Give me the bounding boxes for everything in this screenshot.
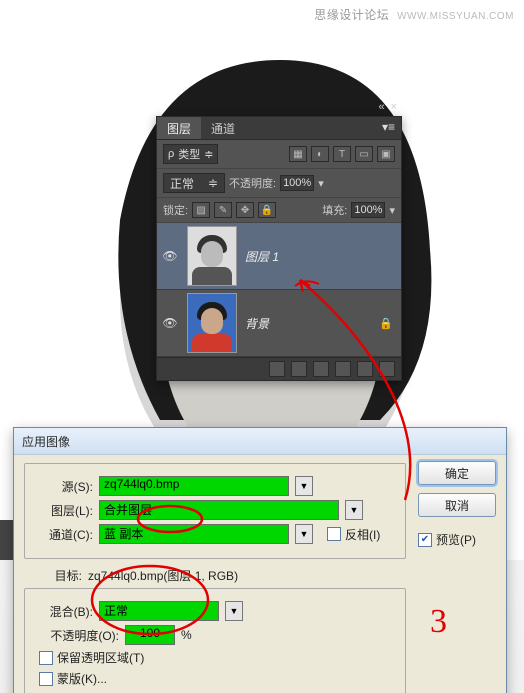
layer-label: 图层(L):	[35, 502, 93, 519]
filter-adjust-icon[interactable]: ◐	[311, 146, 329, 162]
target-value: zq744lq0.bmp(图层 1, RGB)	[88, 567, 238, 584]
apply-image-dialog: 应用图像 确定 取消 ✔ 预览(P) 源(S): zq744lq0.bmp ▼ …	[13, 427, 507, 693]
tab-layers[interactable]: 图层	[157, 117, 201, 139]
fill-input[interactable]: 100%	[351, 202, 385, 218]
group-icon[interactable]	[335, 361, 351, 377]
dialog-buttons: 确定 取消 ✔ 预览(P)	[418, 461, 496, 548]
channel-dropdown-icon[interactable]: ▼	[295, 524, 313, 544]
invert-checkbox[interactable]: 反相(I)	[327, 526, 380, 543]
preview-check-icon: ✔	[418, 533, 432, 547]
filter-smart-icon[interactable]: ▣	[377, 146, 395, 162]
blend-label: 混合(B):	[35, 603, 93, 620]
trash-icon[interactable]	[379, 361, 395, 377]
filter-row: ρ类型≑ ▦ ◐ T ▭ ▣	[157, 140, 401, 169]
new-layer-icon[interactable]	[357, 361, 373, 377]
panel-footer	[157, 357, 401, 380]
source-fieldset: 源(S): zq744lq0.bmp ▼ 图层(L): 合并图层 ▼ 通道(C)…	[24, 463, 406, 559]
layer-list: 👁 图层 1 👁 背景 🔒	[157, 223, 401, 357]
preview-label: 预览(P)	[436, 531, 476, 548]
collapse-icon[interactable]: «	[378, 101, 384, 113]
invert-label: 反相(I)	[345, 526, 380, 543]
source-select[interactable]: zq744lq0.bmp	[99, 476, 289, 496]
blend-opacity-row: 正常 ≑ 不透明度: 100%▾	[157, 169, 401, 198]
lock-fill-row: 锁定: ▨ ✎ ✥ 🔒 填充: 100%▾	[157, 198, 401, 223]
lock-pixel-icon[interactable]: ✎	[214, 202, 232, 218]
layer-thumbnail[interactable]	[187, 293, 237, 353]
filter-type-icon[interactable]: T	[333, 146, 351, 162]
channel-label: 通道(C):	[35, 526, 93, 543]
preview-checkbox[interactable]: ✔ 预览(P)	[418, 531, 496, 548]
blend-mode-select[interactable]: 正常 ≑	[163, 173, 225, 193]
watermark: 思缘设计论坛 WWW.MISSYUAN.COM	[314, 6, 514, 23]
lock-all-icon[interactable]: 🔒	[258, 202, 276, 218]
opacity-label: 不透明度(O):	[35, 627, 119, 644]
visibility-toggle[interactable]: 👁	[161, 314, 179, 332]
filter-icons: ▦ ◐ T ▭ ▣	[289, 146, 395, 162]
cancel-button[interactable]: 取消	[418, 493, 496, 517]
visibility-toggle[interactable]: 👁	[161, 247, 179, 265]
watermark-cn: 思缘设计论坛	[314, 8, 389, 22]
panel-menu-icon[interactable]: ▾≡	[382, 117, 401, 139]
invert-check-icon	[327, 527, 341, 541]
target-label: 目标:	[24, 567, 82, 584]
opacity-input[interactable]: 100	[125, 625, 175, 645]
filter-pixel-icon[interactable]: ▦	[289, 146, 307, 162]
blending-select[interactable]: 正常	[99, 601, 219, 621]
lock-trans-icon[interactable]: ▨	[192, 202, 210, 218]
kind-filter[interactable]: ρ类型≑	[163, 144, 218, 164]
mask-icon[interactable]	[291, 361, 307, 377]
lock-label: 锁定:	[163, 202, 188, 218]
watermark-en: WWW.MISSYUAN.COM	[397, 11, 514, 22]
layer-row-1[interactable]: 👁 图层 1	[157, 223, 401, 290]
panel-window-controls: « ×	[378, 101, 397, 113]
lock-icon: 🔒	[379, 317, 391, 329]
dialog-body: 确定 取消 ✔ 预览(P) 源(S): zq744lq0.bmp ▼ 图层(L)…	[14, 455, 506, 693]
source-dropdown-icon[interactable]: ▼	[295, 476, 313, 496]
layer-dropdown-icon[interactable]: ▼	[345, 500, 363, 520]
layers-panel: « × 图层 通道 ▾≡ ρ类型≑ ▦ ◐ T ▭ ▣ 正常 ≑	[156, 116, 402, 381]
filter-shape-icon[interactable]: ▭	[355, 146, 373, 162]
mask-check-icon	[39, 672, 53, 686]
layer-thumbnail[interactable]	[187, 226, 237, 286]
preserve-transparency-checkbox[interactable]: 保留透明区域(T)	[39, 649, 395, 666]
opacity-unit: %	[181, 628, 192, 642]
preserve-trans-label: 保留透明区域(T)	[57, 649, 144, 666]
ok-button[interactable]: 确定	[418, 461, 496, 485]
kind-filter-label: 类型	[178, 146, 200, 162]
canvas: 思缘设计论坛 WWW.MISSYUAN.COM « × 图层 通道 ▾≡ ρ类型…	[0, 0, 524, 693]
layer-select[interactable]: 合并图层	[99, 500, 339, 520]
tab-channels[interactable]: 通道	[201, 117, 245, 139]
fill-label: 填充:	[322, 202, 347, 218]
opacity-input[interactable]: 100%	[280, 175, 314, 191]
dialog-title: 应用图像	[22, 433, 70, 450]
layer-name[interactable]: 图层 1	[245, 248, 279, 265]
blend-fieldset: 混合(B): 正常 ▼ 不透明度(O): 100 % 保留透明区域(T) 蒙版(…	[24, 588, 406, 693]
adjustment-icon[interactable]	[313, 361, 329, 377]
channel-select[interactable]: 蓝 副本	[99, 524, 289, 544]
layer-name[interactable]: 背景	[245, 315, 269, 332]
blending-dropdown-icon[interactable]: ▼	[225, 601, 243, 621]
layer-row-background[interactable]: 👁 背景 🔒	[157, 290, 401, 357]
close-icon[interactable]: ×	[391, 101, 397, 113]
mask-label: 蒙版(K)...	[57, 670, 107, 687]
lock-pos-icon[interactable]: ✥	[236, 202, 254, 218]
blend-mode-value: 正常	[170, 175, 194, 192]
panel-tabs: 图层 通道 ▾≡	[157, 117, 401, 140]
mask-checkbox[interactable]: 蒙版(K)...	[39, 670, 395, 687]
source-label: 源(S):	[35, 478, 93, 495]
preserve-check-icon	[39, 651, 53, 665]
dialog-title-bar[interactable]: 应用图像	[14, 428, 506, 455]
fx-icon[interactable]	[269, 361, 285, 377]
opacity-label: 不透明度:	[229, 175, 276, 191]
